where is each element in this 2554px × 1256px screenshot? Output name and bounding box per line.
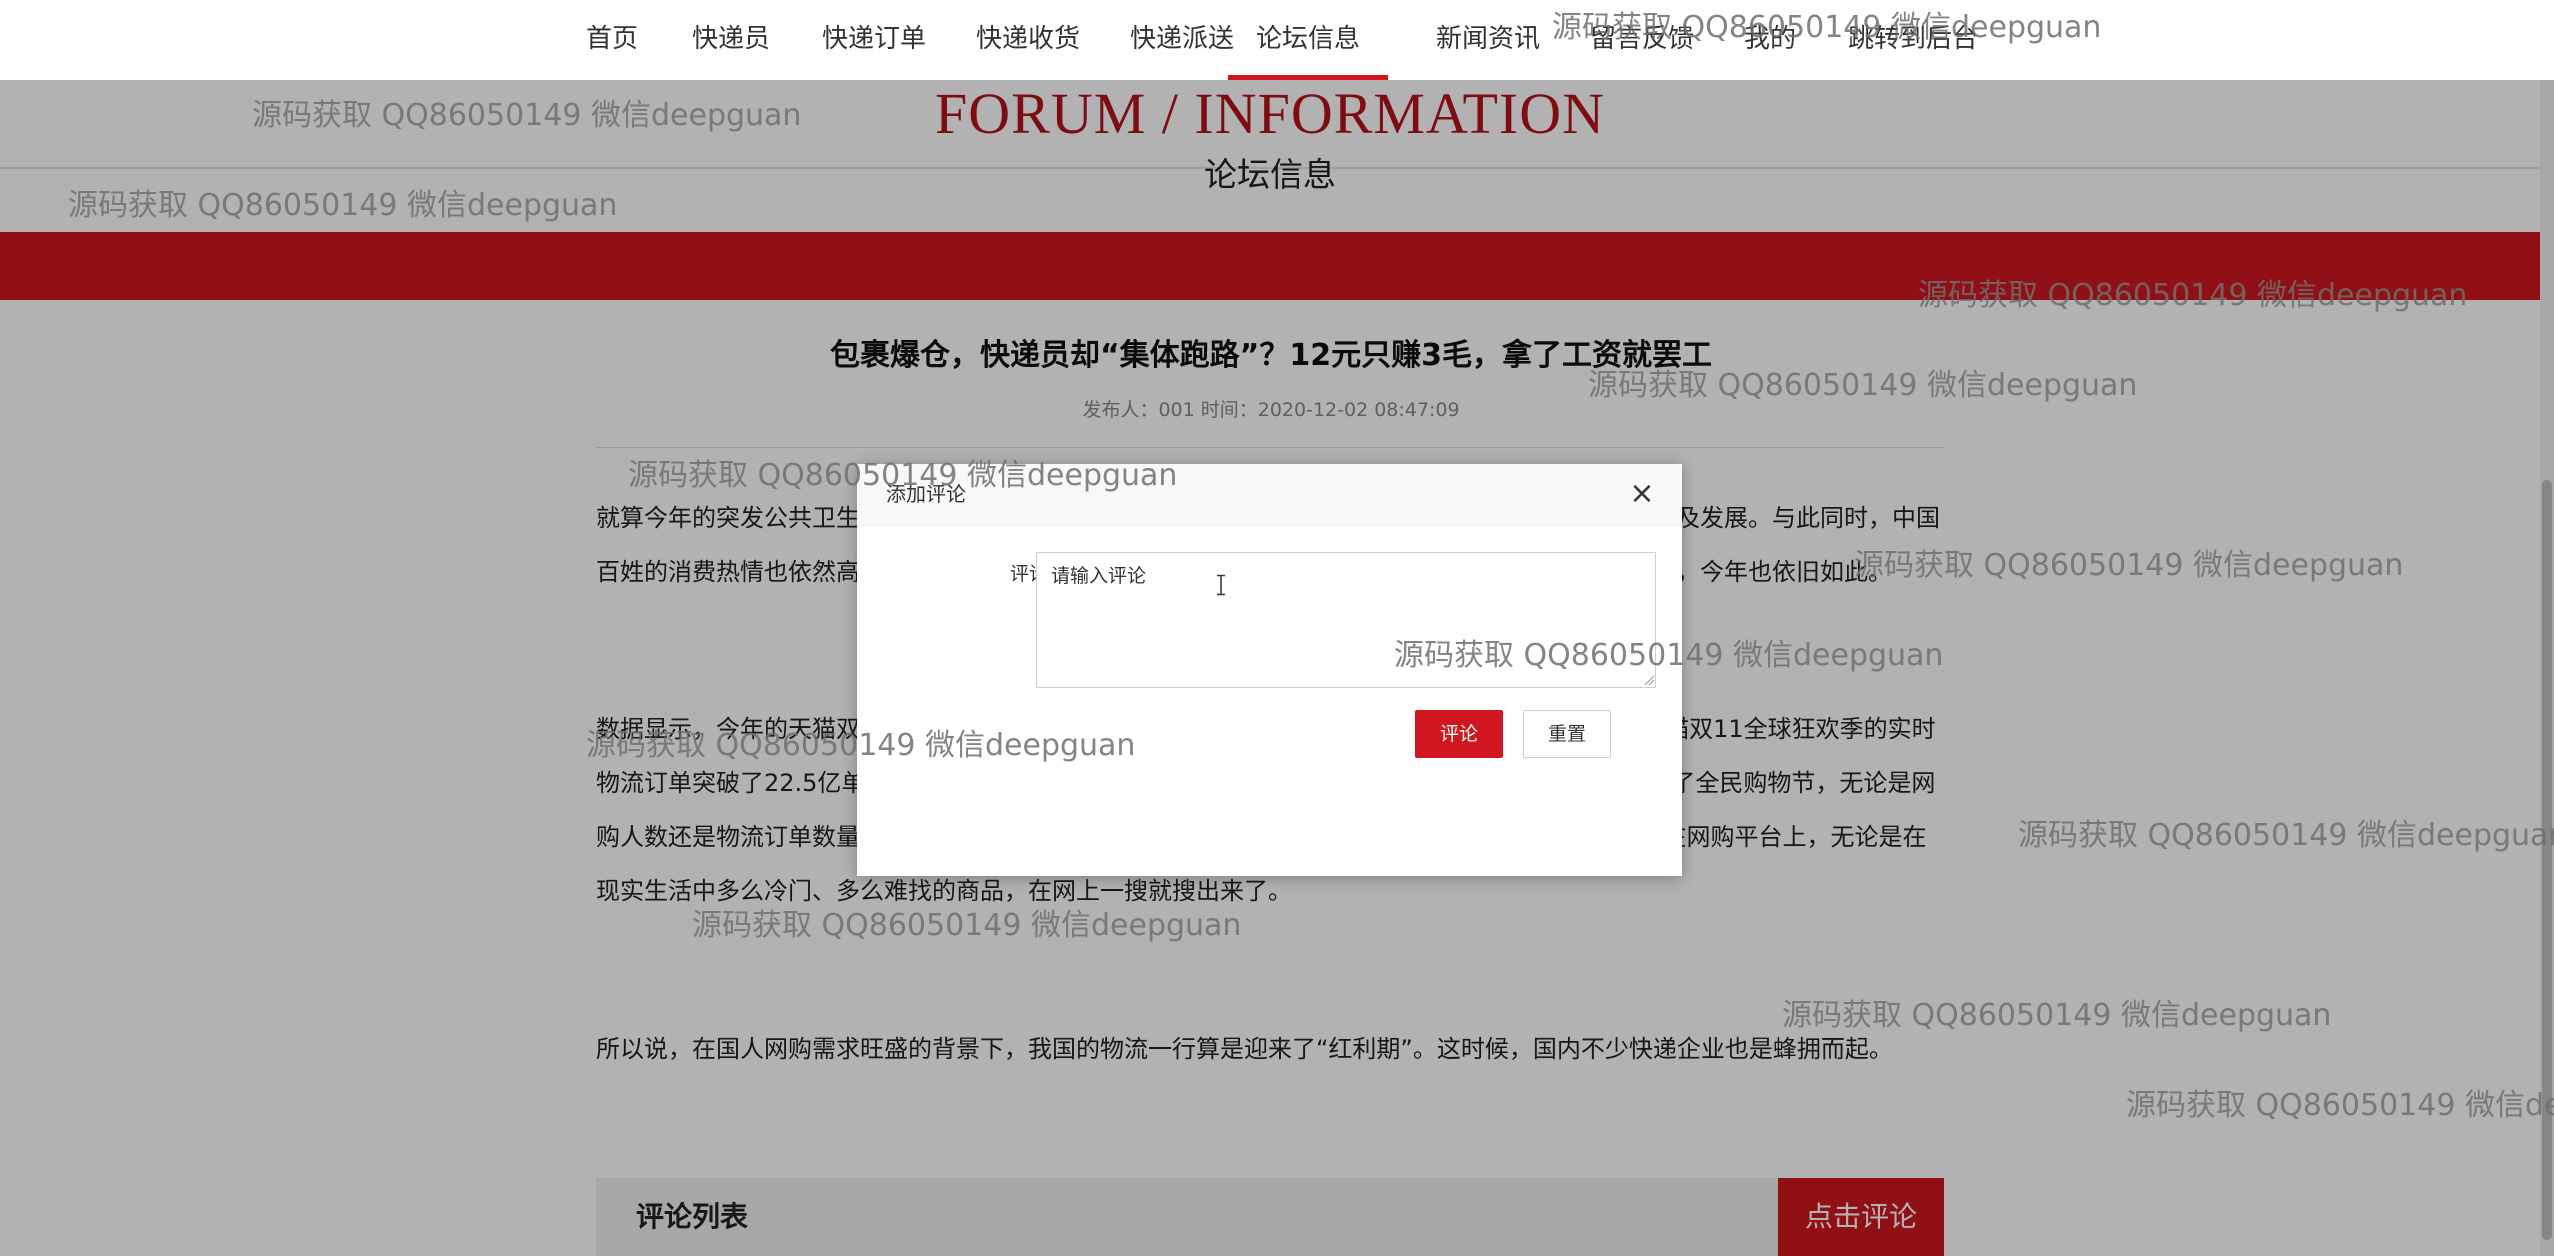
- dialog-title: 添加评论: [886, 482, 966, 506]
- dialog-header: 添加评论 ×: [857, 464, 1682, 526]
- nav-item-mine[interactable]: 我的: [1744, 0, 1796, 80]
- reset-button[interactable]: 重置: [1523, 710, 1611, 758]
- nav-item-delivery[interactable]: 快递派送: [1130, 0, 1234, 80]
- nav-item-news[interactable]: 新闻资讯: [1436, 0, 1540, 80]
- nav-item-forum[interactable]: 论坛信息: [1228, 0, 1389, 80]
- app-root: 首页 快递员 快递订单 快递收货 快递派送 论坛信息 新闻资讯 留言反馈 我的 …: [0, 0, 2554, 1256]
- submit-comment-button[interactable]: 评论: [1415, 710, 1503, 758]
- comment-textarea[interactable]: 请输入评论: [1036, 552, 1656, 688]
- nav-item-feedback[interactable]: 留言反馈: [1590, 0, 1694, 80]
- nav-item-orders[interactable]: 快递订单: [822, 0, 926, 80]
- close-icon[interactable]: ×: [1622, 474, 1662, 514]
- resize-grip-icon[interactable]: [1643, 674, 1655, 686]
- nav-item-couriers[interactable]: 快递员: [692, 0, 770, 80]
- nav-item-home[interactable]: 首页: [586, 0, 638, 80]
- text-cursor-icon: [1217, 574, 1225, 596]
- nav-item-admin[interactable]: 跳转到后台: [1848, 0, 1978, 80]
- top-navigation: 首页 快递员 快递订单 快递收货 快递派送 论坛信息 新闻资讯 留言反馈 我的 …: [0, 0, 2554, 80]
- add-comment-dialog: 添加评论 × 评论： 请输入评论 评论 重置: [857, 464, 1682, 876]
- nav-item-receiving[interactable]: 快递收货: [976, 0, 1080, 80]
